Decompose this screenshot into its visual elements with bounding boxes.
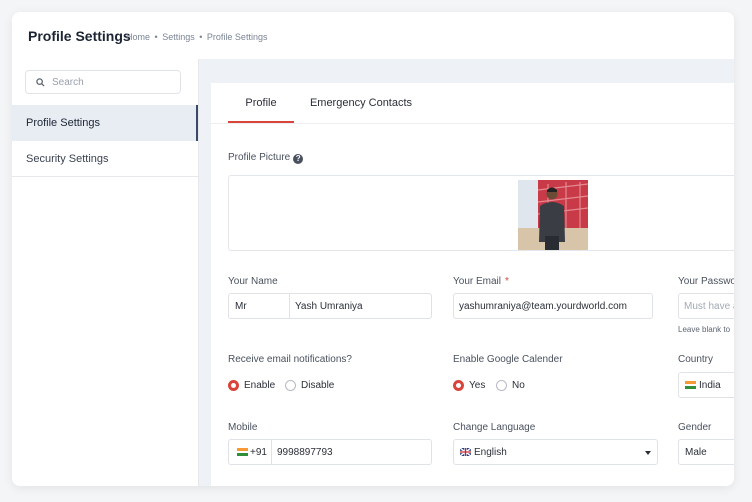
uk-flag-icon (460, 448, 471, 456)
search-icon (36, 78, 45, 87)
avatar-photo (518, 180, 588, 250)
search-box[interactable] (25, 70, 181, 94)
country-value: India (699, 380, 721, 391)
name-title-select[interactable]: Mr (235, 301, 247, 312)
radio-no-dot[interactable] (496, 380, 507, 391)
gender-value: Male (685, 447, 707, 458)
breadcrumb-separator: • (154, 32, 158, 42)
mobile-input[interactable]: 9998897793 (277, 447, 333, 458)
profile-picture-dropzone[interactable] (228, 175, 734, 251)
radio-yes-label: Yes (469, 380, 486, 391)
india-flag-icon (237, 448, 248, 456)
profile-picture-label: Profile Picture? (228, 152, 304, 164)
india-flag-icon (685, 381, 696, 389)
radio-disable-label: Disable (301, 380, 335, 391)
email-label-text: Your Email (453, 276, 501, 287)
breadcrumb-separator: • (199, 32, 203, 42)
breadcrumb-current: Profile Settings (206, 32, 268, 42)
language-label: Change Language (453, 422, 536, 433)
sidebar-menu: Profile Settings Security Settings (12, 59, 198, 177)
email-input[interactable]: yashumraniya@team.yourdworld.com (459, 301, 627, 312)
tab-divider (211, 123, 734, 124)
mobile-label: Mobile (228, 422, 258, 433)
tab-emergency-contacts[interactable]: Emergency Contacts (306, 83, 416, 123)
email-notifications-label: Receive email notifications? (228, 354, 352, 365)
country-label: Country (678, 354, 714, 365)
language-select[interactable]: English (453, 439, 658, 465)
google-calendar-label: Enable Google Calender (453, 354, 563, 365)
search-input[interactable] (52, 74, 176, 90)
breadcrumb-home[interactable]: Home (126, 32, 150, 42)
sidebar-item-profile-settings[interactable]: Profile Settings (12, 105, 198, 141)
radio-enable-label: Enable (244, 380, 276, 391)
name-input[interactable]: Yash Umraniya (295, 301, 363, 312)
field-divider (271, 440, 272, 464)
tab-profile[interactable]: Profile (228, 83, 294, 123)
radio-yes-dot[interactable] (453, 380, 464, 391)
main-content: Profile Emergency Contacts Profile Pictu… (199, 59, 734, 486)
radio-no-label: No (512, 380, 525, 391)
gender-label: Gender (678, 422, 712, 433)
sidebar-item-security-settings[interactable]: Security Settings (12, 141, 198, 177)
radio-disable-dot[interactable] (285, 380, 296, 391)
password-label: Your Passwo (678, 276, 734, 287)
help-icon[interactable]: ? (293, 154, 304, 164)
field-divider (289, 294, 290, 318)
gender-select[interactable]: Male (678, 439, 734, 465)
avatar[interactable] (518, 180, 588, 250)
language-value: English (474, 447, 507, 458)
breadcrumb: Home • Settings • Profile Settings (126, 32, 269, 42)
required-marker: * (505, 276, 509, 287)
settings-card: Profile Settings Home • Settings • Profi… (12, 12, 734, 486)
page-header: Profile Settings Home • Settings • Profi… (12, 12, 734, 59)
email-field[interactable]: yashumraniya@team.yourdworld.com (453, 293, 653, 319)
profile-picture-label-text: Profile Picture (228, 152, 291, 163)
sidebar: Profile Settings Security Settings (12, 59, 199, 486)
page-title: Profile Settings (28, 28, 131, 44)
password-input[interactable]: Must have a (684, 301, 734, 312)
name-field[interactable]: Mr Yash Umraniya (228, 293, 432, 319)
chevron-down-icon (645, 451, 651, 455)
password-hint: Leave blank to (678, 325, 731, 334)
mobile-field[interactable]: +91 9998897793 (228, 439, 432, 465)
country-code[interactable]: +91 (250, 447, 267, 458)
profile-panel: Profile Emergency Contacts Profile Pictu… (211, 83, 734, 486)
email-label: Your Email * (453, 276, 509, 287)
breadcrumb-settings[interactable]: Settings (162, 32, 195, 42)
country-select[interactable]: India (678, 372, 734, 398)
name-label: Your Name (228, 276, 278, 287)
radio-enable-dot[interactable] (228, 380, 239, 391)
password-field[interactable]: Must have a (678, 293, 734, 319)
